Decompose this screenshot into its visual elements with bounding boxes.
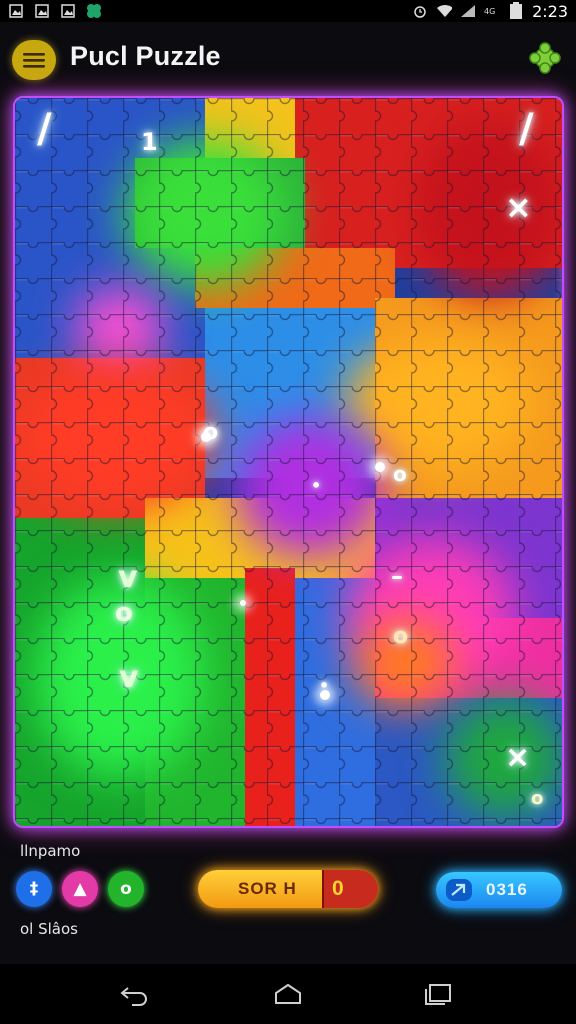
board-glyph: v [119, 660, 139, 695]
back-icon [120, 987, 147, 1006]
score-button[interactable]: SOR H 0 [198, 870, 378, 908]
jigsaw-grid [15, 98, 562, 826]
system-nav-bar [0, 964, 576, 1024]
app-title: Pucl Puzzle [70, 41, 221, 71]
status-time: 2:23 [532, 1, 568, 21]
board-glyph: / [37, 106, 52, 152]
game-screen: 4G 2:23 Pucl Puzzle / 1 / × o o • v o v … [0, 0, 576, 1024]
status-label: ol Slâos [20, 920, 78, 938]
tool-button-green[interactable]: o [108, 871, 144, 907]
menu-button[interactable] [12, 40, 56, 80]
image-icon [34, 4, 50, 18]
tool-button-blue[interactable]: ‡ [16, 871, 52, 907]
board-glyph: × [505, 740, 531, 775]
board-glyph: o [393, 624, 409, 649]
notification-icons [8, 4, 102, 18]
board-glyph: / [519, 106, 534, 152]
puzzle-piece-icon[interactable] [528, 41, 562, 75]
recents-icon [425, 984, 451, 1005]
sparkle [201, 432, 211, 442]
timer-button[interactable]: 0316 [436, 872, 562, 908]
board-glyph: • [311, 476, 322, 495]
board-glyph: v [118, 560, 138, 595]
board-glyph: o [115, 598, 133, 628]
score-value: 0 [322, 870, 378, 908]
board-glyph: o [393, 462, 407, 486]
battery-icon [508, 2, 524, 19]
wifi-icon [436, 4, 453, 18]
home-button[interactable] [272, 980, 304, 1008]
sparkle [240, 600, 246, 606]
back-button[interactable] [118, 980, 150, 1008]
sparkle [320, 690, 330, 700]
timer-icon [446, 879, 472, 901]
score-label: SOR H [238, 879, 297, 898]
signal-icon [460, 4, 476, 18]
clover-icon [86, 4, 102, 18]
board-glyph: × [505, 188, 532, 226]
alarm-icon [412, 4, 428, 18]
puzzle-board[interactable]: / 1 / × o o • v o v • – o × o [13, 96, 564, 828]
data-icon: 4G [484, 4, 500, 18]
timer-value: 0316 [486, 880, 528, 899]
home-icon [275, 983, 301, 1004]
board-glyph: 1 [141, 128, 158, 156]
system-icons: 4G 2:23 [412, 2, 568, 21]
app-header: Pucl Puzzle [0, 24, 576, 88]
hamburger-icon [23, 53, 45, 68]
recents-button[interactable] [422, 980, 454, 1008]
board-glyph: – [391, 562, 403, 590]
image-icon [60, 4, 76, 18]
status-bar: 4G 2:23 [0, 0, 576, 22]
board-glyph: o [531, 788, 544, 809]
svg-text:4G: 4G [484, 7, 495, 16]
image-icon [8, 4, 24, 18]
tool-button-pink[interactable]: ▲ [62, 871, 98, 907]
mode-label: llnpamo [20, 842, 81, 860]
sparkle [375, 462, 385, 472]
